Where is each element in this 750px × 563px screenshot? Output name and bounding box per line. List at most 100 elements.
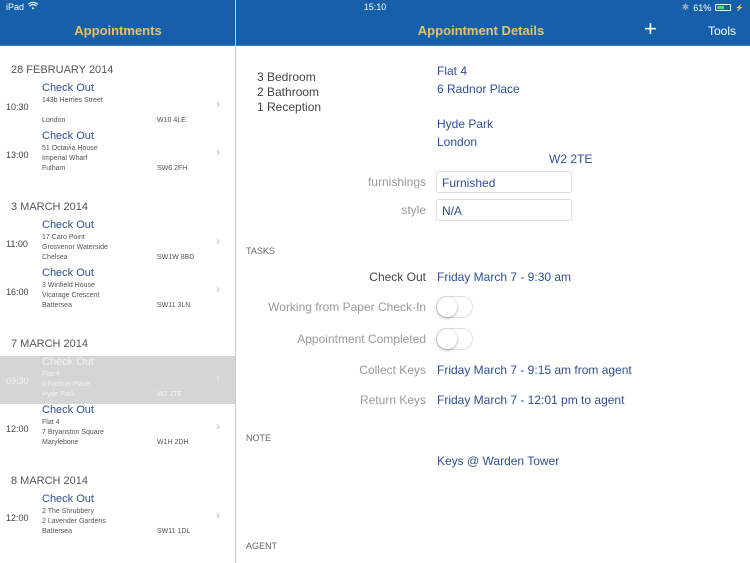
appointment-row[interactable]: 16:00 Check Out 3 Winfield House Vicarage C… — [0, 267, 235, 315]
address-area: London — [42, 117, 66, 124]
navigation-bar: iPad 15:10 ✱ 61% ⚡ Appointments Appointm… — [0, 0, 750, 46]
paper-checkin-toggle[interactable] — [436, 296, 473, 318]
postcode: SW1W 8BD — [157, 254, 195, 261]
appointment-time: 11:00 — [6, 239, 28, 249]
collect-keys-label: Collect Keys — [359, 363, 426, 377]
bluetooth-icon: ✱ — [681, 2, 690, 12]
note-header: NOTE — [246, 433, 272, 443]
appointment-time: 10:30 — [6, 102, 29, 112]
address-area: Battersea — [42, 302, 72, 309]
appointment-title: Check Out — [42, 130, 94, 142]
chevron-right-icon: › — [216, 371, 220, 385]
address-line2: Imperial Wharf — [42, 155, 88, 162]
address-line2: 2 Lavender Gardens — [42, 518, 106, 525]
appointment-row[interactable]: 13:00 Check Out 51 Octavia House Imperial W… — [0, 130, 235, 178]
receptions: 1 Reception — [257, 100, 322, 114]
charging-icon: ⚡ — [735, 4, 744, 12]
style-field[interactable]: N/A — [436, 199, 572, 221]
appointment-row[interactable]: 10:30 Check Out 143b Herries Street London W… — [0, 82, 235, 130]
battery-percent: 61% — [693, 2, 712, 13]
appointment-title: Check Out — [42, 82, 94, 94]
bathrooms: 2 Bathroom — [257, 85, 320, 99]
master-title: Appointments — [74, 23, 162, 38]
appointment-time: 12:00 — [6, 513, 29, 523]
toggle-knob — [437, 329, 457, 349]
appointment-details: 3 Bedroom 2 Bathroom 1 Reception Flat 4 … — [236, 47, 750, 563]
battery-level — [717, 6, 725, 9]
address-line1: Flat 4 — [42, 371, 60, 378]
address-line1: 2 The Shrubbery — [42, 508, 95, 515]
address-line2: Vicarage Crescent — [42, 292, 100, 299]
section-header-date: 7 MARCH 2014 — [11, 338, 89, 350]
address-area: Battersea — [42, 528, 72, 535]
address-area: Hyde Park — [42, 391, 75, 398]
appointment-row[interactable]: 09:30 Check Out Flat 4 6 Radnor Place Hyde P… — [0, 356, 235, 404]
chevron-right-icon: › — [216, 282, 220, 296]
chevron-right-icon: › — [216, 234, 220, 248]
toggle-knob — [437, 297, 457, 317]
postcode: SW6 2FH — [157, 165, 188, 172]
address-line1: 3 Winfield House — [42, 282, 95, 289]
appointment-time: 13:00 — [6, 150, 29, 160]
postcode: W10 4LE — [157, 117, 186, 124]
return-keys-value[interactable]: Friday March 7 - 12:01 pm to agent — [437, 393, 624, 407]
address-line2: 6 Radnor Place — [42, 381, 91, 388]
completed-label: Appointment Completed — [297, 332, 426, 346]
appointment-title: Check Out — [42, 404, 94, 416]
section-header-date: 28 FEBRUARY 2014 — [11, 64, 114, 76]
appointment-time: 12:00 — [6, 424, 29, 434]
status-bar-right: ✱ 61% ⚡ — [682, 2, 744, 13]
appointment-time: 09:30 — [6, 376, 29, 386]
completed-toggle[interactable] — [436, 328, 473, 350]
appointment-row[interactable]: 11:00 Check Out 17 Caro Point Grosvenor Wat… — [0, 219, 235, 267]
address-postcode: W2 2TE — [549, 152, 593, 166]
return-keys-label: Return Keys — [359, 393, 426, 407]
battery-icon — [715, 4, 732, 11]
plus-icon: + — [644, 16, 657, 41]
appointment-time: 16:00 — [6, 287, 29, 297]
note-value[interactable]: Keys @ Warden Tower — [437, 454, 559, 468]
collect-keys-value[interactable]: Friday March 7 - 9:15 am from agent — [437, 363, 632, 377]
appointment-title: Check Out — [42, 219, 94, 231]
agent-header: AGENT — [246, 541, 278, 551]
postcode: SW11 3LN — [157, 302, 191, 309]
appointments-list[interactable]: 28 FEBRUARY 2014 10:30 Check Out 143b Herri… — [0, 47, 235, 563]
room-summary: 3 Bedroom 2 Bathroom 1 Reception — [257, 70, 321, 115]
check-out-label: Check Out — [369, 270, 426, 284]
appointment-title: Check Out — [42, 493, 94, 505]
add-appointment-button[interactable]: + — [644, 17, 657, 41]
appointment-row[interactable]: 12:00 Check Out Flat 4 7 Bryanston Square Ma… — [0, 404, 235, 452]
chevron-right-icon: › — [216, 145, 220, 159]
furnishings-label: furnishings — [367, 175, 426, 189]
address-line1: Flat 4 — [437, 64, 468, 78]
chevron-right-icon: › — [216, 419, 220, 433]
address-area: Chelsea — [42, 254, 68, 261]
section-header-date: 3 MARCH 2014 — [11, 201, 89, 213]
bedrooms: 3 Bedroom — [257, 70, 316, 84]
appointment-title: Check Out — [42, 356, 94, 368]
paper-checkin-label: Working from Paper Check-In — [268, 300, 426, 314]
address-area: Marylebone — [42, 439, 79, 446]
furnishings-field[interactable]: Furnished — [436, 171, 572, 193]
address-line2: 6 Radnor Place — [437, 82, 520, 96]
tools-button[interactable]: Tools — [708, 24, 736, 38]
check-out-value[interactable]: Friday March 7 - 9:30 am — [437, 270, 571, 284]
address-city: London — [437, 135, 478, 149]
status-time: 15:10 — [363, 2, 387, 12]
address-line1: 17 Caro Point — [42, 234, 85, 241]
section-header-date: 8 MARCH 2014 — [11, 475, 89, 487]
address-area: Fulham — [42, 165, 66, 172]
appointment-row[interactable]: 12:00 Check Out 2 The Shrubbery 2 Lavender … — [0, 493, 235, 541]
postcode: W1H 2DH — [157, 439, 189, 446]
address-line1: Flat 4 — [42, 419, 60, 426]
style-label: style — [401, 203, 426, 217]
tasks-header: TASKS — [246, 246, 275, 256]
address-line1: 51 Octavia House — [42, 145, 98, 152]
chevron-right-icon: › — [216, 97, 220, 111]
appointment-title: Check Out — [42, 267, 94, 279]
postcode: SW11 1DL — [157, 528, 191, 535]
chevron-right-icon: › — [216, 508, 220, 522]
address-line2: Grosvenor Waterside — [42, 244, 108, 251]
address-line2: 7 Bryanston Square — [42, 429, 104, 436]
address-area: Hyde Park — [437, 117, 494, 131]
